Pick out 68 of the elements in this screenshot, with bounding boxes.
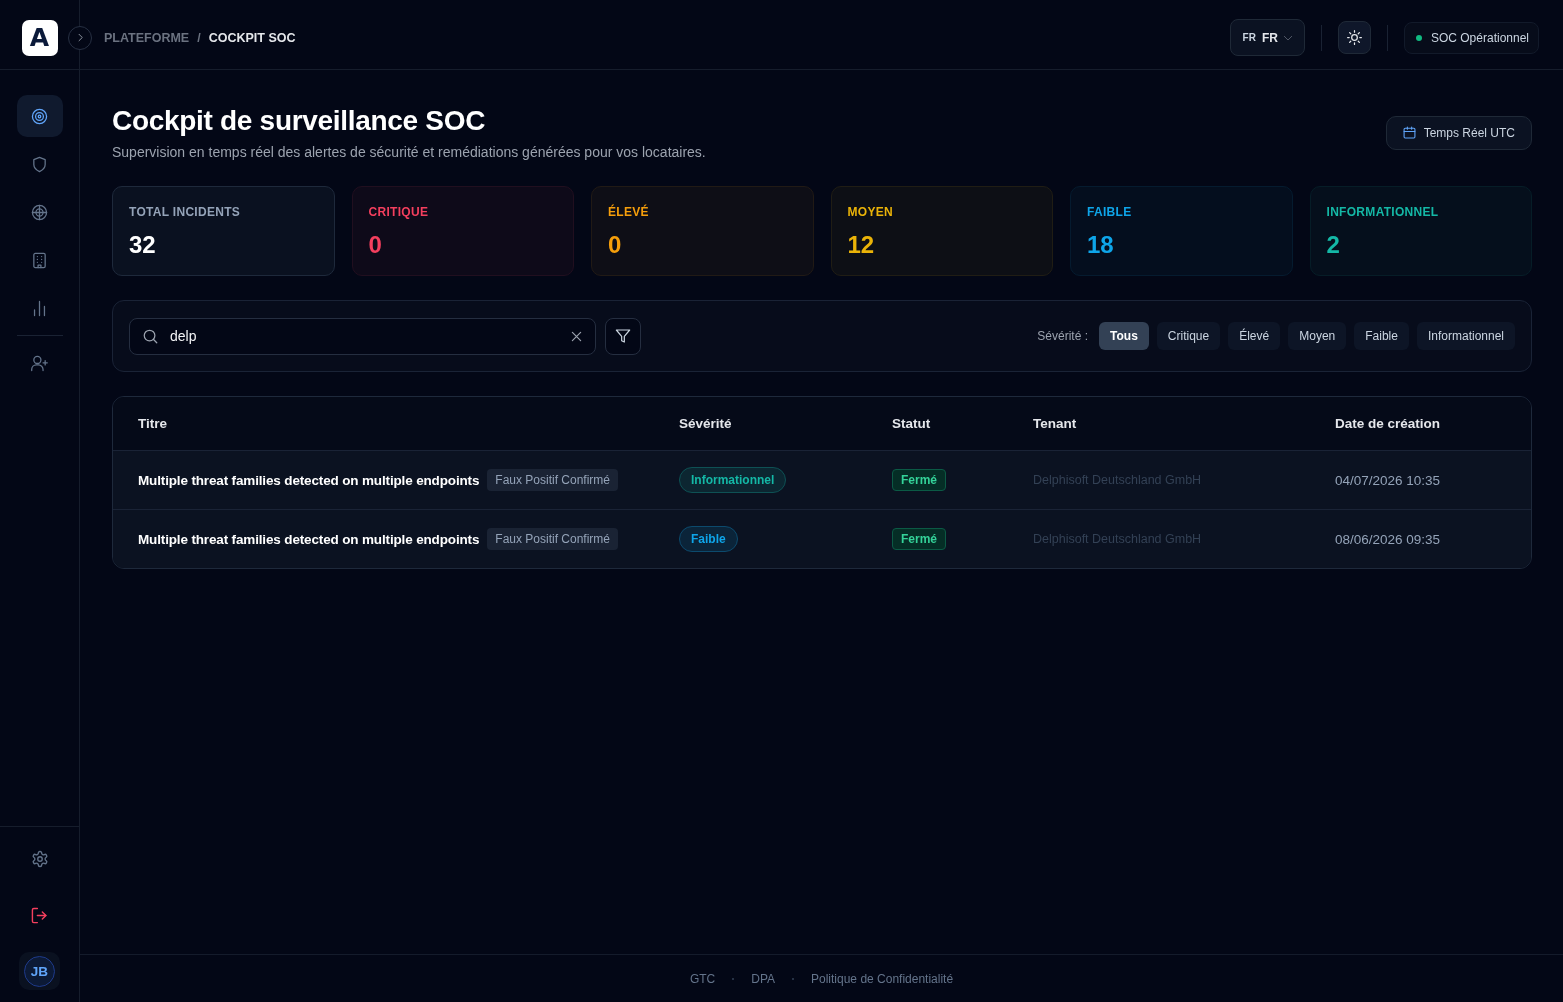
- theme-toggle-button[interactable]: [1337, 21, 1371, 54]
- column-header: Tenant: [1033, 416, 1077, 431]
- severity-badge: Informationnel: [679, 467, 787, 493]
- page-title: Cockpit de surveillance SOC: [112, 104, 486, 138]
- search-field[interactable]: delp: [129, 317, 596, 355]
- stat-label: FAIBLE: [1087, 204, 1132, 220]
- breadcrumb-item[interactable]: PLATEFORME: [104, 30, 190, 45]
- stat-label: MOYEN: [847, 204, 893, 220]
- stat-label: ÉLEVÉ: [608, 204, 649, 220]
- page-subtitle: Supervision en temps réel des alertes de sécurité et remédiations générées pour vos locataires.: [112, 143, 706, 162]
- created-date: 08/06/2026 09:35: [1335, 531, 1441, 547]
- footer-link[interactable]: DPA: [751, 971, 775, 986]
- stat-value: 0: [368, 230, 382, 260]
- resolution-tag: Faux Positif Confirmé: [487, 528, 618, 550]
- clear-search-button[interactable]: [570, 329, 583, 343]
- stat-value: 12: [847, 230, 875, 260]
- created-date: 04/07/2026 10:35: [1335, 472, 1441, 488]
- chevron-right-icon: [76, 34, 84, 41]
- resolution-tag: Faux Positif Confirmé: [487, 469, 618, 491]
- filter-chip[interactable]: Informationnel: [1416, 322, 1515, 350]
- breadcrumb-separator: /: [197, 30, 201, 45]
- stat-value: 2: [1326, 230, 1340, 260]
- settings-icon: [30, 850, 49, 868]
- column-header: Statut: [892, 416, 931, 431]
- footer-link[interactable]: Politique de Confidentialité: [811, 971, 954, 986]
- time-zone-button[interactable]: Temps Réel UTC: [1385, 115, 1532, 150]
- severity-badge: Faible: [679, 526, 738, 552]
- status-badge: Fermé: [892, 469, 947, 491]
- crosshair-icon: [31, 203, 48, 221]
- chevron-down-icon: [1283, 33, 1292, 42]
- footer-link[interactable]: GTC: [689, 971, 716, 986]
- sun-icon: [1346, 30, 1362, 45]
- filter-chip[interactable]: Élevé: [1228, 322, 1281, 350]
- filter-chip[interactable]: Tous: [1099, 322, 1149, 350]
- column-header: Date de création: [1335, 416, 1441, 431]
- filter-button[interactable]: [605, 317, 641, 355]
- filter-chip[interactable]: Faible: [1354, 322, 1409, 350]
- stat-label: CRITIQUE: [368, 204, 429, 220]
- stat-value: 0: [608, 230, 622, 260]
- user-plus-icon: [31, 354, 48, 372]
- stat-value: 18: [1087, 230, 1114, 260]
- status-badge: Fermé: [892, 528, 947, 550]
- column-header: Titre: [138, 416, 167, 431]
- stat-label: TOTAL INCIDENTS: [129, 204, 241, 220]
- status-label: SOC Opérationnel: [1430, 30, 1529, 45]
- language-select[interactable]: FR FR: [1229, 19, 1305, 56]
- breadcrumb-item[interactable]: COCKPIT SOC: [208, 30, 296, 45]
- close-icon: [571, 330, 582, 342]
- incident-title: Multiple threat families detected on multiple endpoints: [138, 472, 480, 488]
- filter-chip[interactable]: Moyen: [1288, 322, 1347, 350]
- severity-filter-label: Sévérité :: [1037, 329, 1089, 343]
- stat-label: INFORMATIONNEL: [1326, 204, 1439, 220]
- shield-icon: [31, 155, 48, 173]
- bar-chart-icon: [31, 299, 48, 317]
- calendar-icon: [1402, 126, 1416, 139]
- stat-value: 32: [129, 230, 156, 260]
- target-icon: [31, 107, 48, 125]
- filter-icon: [615, 328, 631, 344]
- incident-title: Multiple threat families detected on multiple endpoints: [138, 531, 480, 547]
- filter-chip[interactable]: Critique: [1156, 322, 1221, 350]
- sidebar-toggle-button[interactable]: [68, 25, 92, 50]
- search-icon: [143, 328, 158, 344]
- app-logo[interactable]: A: [21, 20, 58, 56]
- nav-item[interactable]: [16, 95, 63, 137]
- logout-icon: [31, 906, 48, 924]
- column-header: Sévérité: [679, 416, 732, 431]
- user-avatar[interactable]: JB: [19, 952, 60, 990]
- building-icon: [31, 251, 48, 269]
